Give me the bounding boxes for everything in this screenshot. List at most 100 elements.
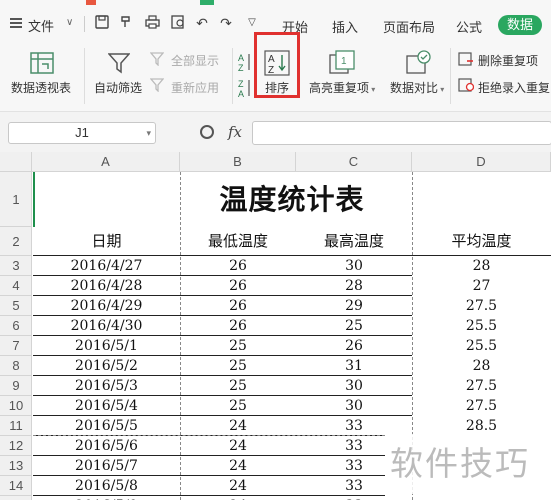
quick-access-more-icon[interactable]: ▽ xyxy=(244,15,260,31)
header-cell[interactable]: 最高温度 xyxy=(296,227,412,256)
table-cell[interactable]: 2016/5/5 xyxy=(33,416,180,436)
format-painter-icon[interactable] xyxy=(118,15,134,31)
sort-descending-icon[interactable]: ZA xyxy=(238,78,252,101)
table-cell[interactable]: 2016/5/3 xyxy=(33,376,180,396)
table-cell[interactable]: 2016/5/2 xyxy=(33,356,180,376)
row-header-6[interactable]: 6 xyxy=(0,316,32,336)
auto-filter-button[interactable]: 自动筛选 xyxy=(94,79,142,96)
table-cell[interactable]: 28 xyxy=(412,256,551,276)
table-cell[interactable]: 28 xyxy=(412,356,551,376)
header-cell[interactable]: 最低温度 xyxy=(180,227,296,256)
tab-formulas[interactable]: 公式 xyxy=(456,17,482,36)
data-compare-button[interactable]: 数据对比 ▾ xyxy=(390,79,444,96)
row-header-9[interactable]: 9 xyxy=(0,376,32,396)
table-cell[interactable]: 29 xyxy=(296,296,412,316)
table-cell[interactable]: 26 xyxy=(180,296,296,316)
row-header-2[interactable]: 2 xyxy=(0,227,32,256)
chevron-down-icon[interactable]: ∨ xyxy=(66,17,73,28)
row-header-3[interactable]: 3 xyxy=(0,256,32,276)
table-cell[interactable]: 2016/4/28 xyxy=(33,276,180,296)
table-cell[interactable]: 24 xyxy=(180,496,296,500)
table-cell[interactable]: 25 xyxy=(296,316,412,336)
header-cell[interactable]: 平均温度 xyxy=(412,227,551,256)
table-cell[interactable]: 33 xyxy=(296,496,412,500)
table-cell[interactable]: 2016/5/9 xyxy=(33,496,180,500)
table-cell[interactable]: 27.5 xyxy=(412,296,551,316)
row-header-4[interactable]: 4 xyxy=(0,276,32,296)
table-cell[interactable]: 26 xyxy=(180,256,296,276)
formula-input[interactable] xyxy=(252,121,551,145)
table-cell[interactable]: 27.5 xyxy=(412,396,551,416)
row-header-10[interactable]: 10 xyxy=(0,396,32,416)
row-header-14[interactable]: 14 xyxy=(0,476,32,496)
table-cell[interactable]: 2016/5/4 xyxy=(33,396,180,416)
row-header-11[interactable]: 11 xyxy=(0,416,32,436)
remove-duplicates-icon[interactable] xyxy=(458,52,474,69)
table-cell[interactable]: 30 xyxy=(296,256,412,276)
dropdown-arrow-icon[interactable]: ▾ xyxy=(438,85,444,94)
remove-duplicates-button[interactable]: 删除重复项 xyxy=(478,52,538,69)
row-header-5[interactable]: 5 xyxy=(0,296,32,316)
row-header-7[interactable]: 7 xyxy=(0,336,32,356)
table-cell[interactable]: 28 xyxy=(296,276,412,296)
table-cell[interactable]: 24 xyxy=(180,436,296,456)
row-header-13[interactable]: 13 xyxy=(0,456,32,476)
table-cell[interactable]: 33 xyxy=(296,416,412,436)
row-header-8[interactable]: 8 xyxy=(0,356,32,376)
tab-page-layout[interactable]: 页面布局 xyxy=(383,17,435,36)
table-cell[interactable]: 26 xyxy=(180,276,296,296)
table-cell[interactable]: 27 xyxy=(412,276,551,296)
zoom-icon[interactable] xyxy=(200,125,214,139)
table-cell[interactable]: 25 xyxy=(180,356,296,376)
column-header-a[interactable]: A xyxy=(32,152,180,172)
pivot-table-button[interactable]: 数据透视表 xyxy=(11,79,71,96)
dropdown-arrow-icon[interactable]: ▾ xyxy=(369,85,375,94)
sort-ascending-icon[interactable]: AZ xyxy=(238,52,252,75)
table-cell[interactable]: 26 xyxy=(180,316,296,336)
row-header-12[interactable]: 12 xyxy=(0,436,32,456)
hamburger-menu-icon[interactable] xyxy=(10,18,22,28)
tab-data[interactable]: 数据 xyxy=(498,15,542,35)
highlight-duplicates-button[interactable]: 高亮重复项 ▾ xyxy=(309,79,375,96)
table-cell[interactable]: 25 xyxy=(180,336,296,356)
row-header-15[interactable]: 15 xyxy=(0,496,32,500)
print-preview-icon[interactable] xyxy=(170,15,186,31)
table-cell[interactable] xyxy=(412,496,551,500)
table-cell[interactable]: 2016/5/8 xyxy=(33,476,180,496)
undo-icon[interactable]: ↶ xyxy=(194,15,210,31)
table-cell[interactable]: 2016/5/1 xyxy=(33,336,180,356)
file-menu[interactable]: 文件 xyxy=(28,16,54,35)
table-cell[interactable]: 2016/5/7 xyxy=(33,456,180,476)
function-icon[interactable]: fx xyxy=(228,123,242,141)
print-icon[interactable] xyxy=(144,15,160,31)
table-cell[interactable]: 31 xyxy=(296,356,412,376)
filter-icon[interactable] xyxy=(107,52,131,77)
table-cell[interactable]: 26 xyxy=(296,336,412,356)
chevron-down-icon[interactable]: ▾ xyxy=(146,123,151,143)
row-header-1[interactable]: 1 xyxy=(0,172,32,227)
table-cell[interactable]: 25 xyxy=(180,376,296,396)
table-cell[interactable]: 2016/4/30 xyxy=(33,316,180,336)
table-cell[interactable]: 2016/4/27 xyxy=(33,256,180,276)
table-cell[interactable]: 25.5 xyxy=(412,316,551,336)
column-header-b[interactable]: B xyxy=(180,152,296,172)
table-cell[interactable]: 30 xyxy=(296,376,412,396)
reject-duplicates-button[interactable]: 拒绝录入重复 xyxy=(478,79,550,96)
highlight-duplicates-icon[interactable]: 1 xyxy=(329,50,355,77)
table-cell[interactable]: 25 xyxy=(180,396,296,416)
column-header-c[interactable]: C xyxy=(296,152,412,172)
column-header-d[interactable]: D xyxy=(412,152,551,172)
table-cell[interactable]: 24 xyxy=(180,476,296,496)
table-cell[interactable]: 2016/4/29 xyxy=(33,296,180,316)
reject-duplicates-icon[interactable] xyxy=(458,78,475,95)
sheet-title-cell[interactable]: 温度统计表 xyxy=(33,172,551,227)
data-compare-icon[interactable] xyxy=(406,50,432,77)
table-cell[interactable]: 2016/5/6 xyxy=(33,436,180,456)
header-cell[interactable]: 日期 xyxy=(33,227,180,256)
pivot-table-icon[interactable] xyxy=(30,52,54,77)
name-box[interactable]: J1 ▾ xyxy=(8,122,156,144)
table-cell[interactable]: 30 xyxy=(296,396,412,416)
table-cell[interactable]: 24 xyxy=(180,456,296,476)
redo-icon[interactable]: ↷ xyxy=(218,15,234,31)
table-cell[interactable]: 24 xyxy=(180,416,296,436)
